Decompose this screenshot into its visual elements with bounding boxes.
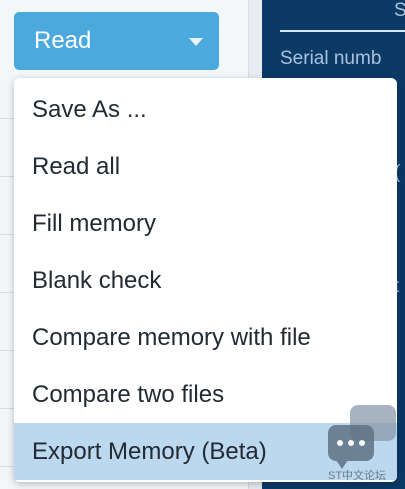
read-button-label: Read	[34, 27, 92, 54]
chat-bubble-icon	[328, 425, 374, 469]
menu-item-label: Save As ...	[32, 95, 147, 123]
panel-heading-fragment: S	[394, 0, 405, 21]
panel-divider	[280, 30, 405, 32]
chat-dot	[337, 440, 343, 446]
menu-item-label: Fill memory	[32, 209, 156, 237]
chevron-down-icon[interactable]	[189, 38, 203, 46]
chat-dot	[359, 440, 365, 446]
chat-dot	[348, 440, 354, 446]
menu-item-read-all[interactable]: Read all	[14, 138, 397, 195]
forum-caption: ST中文论坛	[328, 470, 387, 482]
forum-chat-widget[interactable]: ST中文论坛	[322, 403, 402, 483]
menu-item-save-as[interactable]: Save As ...	[14, 81, 397, 138]
menu-item-label: Read all	[32, 152, 121, 180]
menu-item-compare-memory-with-file[interactable]: Compare memory with file	[14, 309, 397, 366]
menu-item-label: Compare two files	[32, 380, 225, 408]
menu-item-label: Blank check	[32, 266, 162, 294]
serial-number-label: Serial numb	[280, 48, 382, 69]
read-dropdown-button[interactable]: Read	[14, 12, 219, 70]
menu-item-label: Compare memory with file	[32, 323, 311, 351]
menu-item-blank-check[interactable]: Blank check	[14, 252, 397, 309]
menu-item-fill-memory[interactable]: Fill memory	[14, 195, 397, 252]
menu-item-label: Export Memory (Beta)	[32, 437, 267, 465]
